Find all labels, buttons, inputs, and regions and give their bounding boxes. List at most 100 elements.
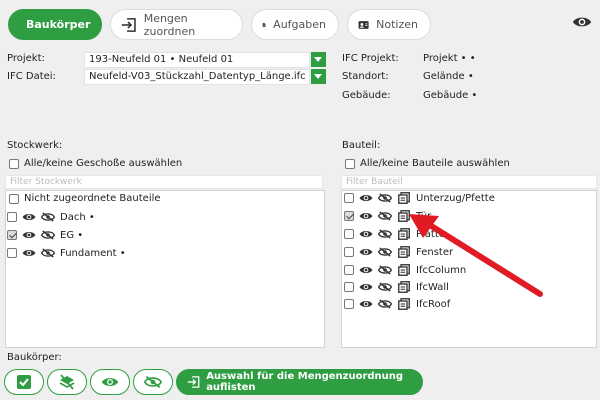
ifc-datei-label: IFC Datei: — [7, 71, 56, 82]
item-label: Tür — [416, 210, 432, 222]
item-checkbox[interactable] — [344, 299, 354, 309]
eye-icon[interactable] — [359, 298, 373, 310]
item-label: Platte — [416, 228, 445, 240]
item-checkbox[interactable] — [7, 230, 17, 240]
hide-all-button[interactable] — [133, 369, 173, 395]
projekt-select[interactable]: 193-Neufeld 01 • Neufeld 01 — [84, 52, 310, 68]
eye-icon[interactable] — [359, 281, 373, 293]
eye-icon[interactable] — [22, 211, 36, 223]
item-label: Fundament • — [60, 247, 126, 259]
layers-off-button[interactable] — [47, 369, 87, 395]
select-all-checkbox[interactable] — [345, 158, 355, 169]
tab-notizen[interactable]: Notizen — [347, 9, 431, 40]
eye-icon[interactable] — [359, 246, 373, 258]
eye-icon[interactable] — [359, 228, 373, 240]
eye-off-icon[interactable] — [41, 229, 55, 241]
document-list-icon[interactable] — [397, 228, 411, 240]
arrow-into-box-icon — [121, 17, 136, 32]
tab-baukoerper[interactable]: Baukörper — [8, 9, 102, 40]
list-item[interactable]: Tür — [344, 210, 431, 222]
eye-icon[interactable] — [22, 229, 36, 241]
item-checkbox[interactable] — [344, 247, 354, 257]
eye-icon[interactable] — [359, 264, 373, 276]
eye-off-icon — [144, 376, 162, 388]
item-label: IfcRoof — [416, 298, 451, 310]
item-checkbox[interactable] — [344, 282, 354, 292]
tab-label: Baukörper — [26, 18, 91, 31]
eye-off-icon[interactable] — [378, 210, 392, 222]
item-label: Fenster — [416, 246, 454, 258]
layers-off-icon — [59, 374, 75, 390]
item-checkbox[interactable] — [344, 193, 354, 203]
list-item[interactable]: Unterzug/Pfette — [344, 192, 495, 204]
projekt-label: Projekt: — [7, 53, 45, 64]
list-item[interactable]: Fenster — [344, 246, 453, 258]
document-list-icon[interactable] — [397, 246, 411, 258]
document-list-icon[interactable] — [397, 210, 411, 222]
document-list-icon[interactable] — [397, 192, 411, 204]
eye-off-icon[interactable] — [41, 247, 55, 259]
item-checkbox[interactable] — [7, 212, 17, 222]
eye-icon[interactable] — [359, 192, 373, 204]
list-selection-button[interactable]: Auswahl für die Mengenzuordnung aufliste… — [176, 369, 423, 395]
ifc-datei-dropdown-icon[interactable] — [311, 69, 326, 84]
stockwerk-filter-input[interactable]: Filter Stockwerk — [5, 175, 323, 189]
document-list-icon[interactable] — [397, 264, 411, 276]
tab-aufgaben[interactable]: Aufgaben — [251, 9, 339, 40]
standort-label: Standort: — [342, 71, 389, 82]
ifc-projekt-value: Projekt • • — [423, 53, 476, 64]
item-checkbox[interactable] — [344, 265, 354, 275]
stockwerk-select-all[interactable]: Alle/keine Geschoße auswählen — [9, 158, 182, 169]
stockwerk-unassigned[interactable]: Nicht zugeordnete Bauteile — [9, 193, 161, 204]
tab-label: Notizen — [376, 18, 418, 31]
item-label: IfcWall — [416, 281, 449, 293]
eye-off-icon[interactable] — [378, 246, 392, 258]
eye-icon[interactable] — [359, 210, 373, 222]
eye-off-icon[interactable] — [378, 264, 392, 276]
standort-value: Gelände • — [423, 71, 474, 82]
list-item[interactable]: Dach • — [7, 211, 95, 223]
item-checkbox[interactable] — [344, 211, 354, 221]
document-list-icon[interactable] — [397, 298, 411, 310]
eye-icon[interactable] — [572, 15, 592, 29]
select-all-checkbox[interactable] — [9, 158, 19, 169]
bauteil-select-all[interactable]: Alle/keine Bauteile auswählen — [345, 158, 510, 169]
tab-label: Mengen zuordnen — [143, 11, 196, 38]
contact-card-icon — [358, 20, 369, 29]
list-item[interactable]: Fundament • — [7, 247, 126, 259]
bauteil-filter-input[interactable]: Filter Bauteil — [341, 175, 597, 189]
check-icon — [17, 375, 31, 389]
tab-mengen-zuordnen[interactable]: Mengen zuordnen — [110, 9, 243, 40]
item-checkbox[interactable] — [7, 248, 17, 258]
item-checkbox[interactable] — [344, 229, 354, 239]
unassigned-checkbox[interactable] — [9, 193, 19, 204]
item-label: Dach • — [60, 211, 95, 223]
list-item[interactable]: Platte — [344, 228, 445, 240]
arrow-into-box-icon — [187, 376, 200, 388]
list-item[interactable]: IfcWall — [344, 281, 449, 293]
baukoerper-label: Baukörper: — [7, 352, 62, 363]
gebaeude-value: Gebäude • — [423, 90, 478, 101]
document-icon — [262, 22, 266, 27]
eye-off-icon[interactable] — [41, 211, 55, 223]
select-all-label: Alle/keine Bauteile auswählen — [360, 158, 510, 169]
eye-icon — [101, 378, 119, 386]
eye-off-icon[interactable] — [378, 228, 392, 240]
document-list-icon[interactable] — [397, 281, 411, 293]
ifc-datei-select[interactable]: Neufeld-V03_Stückzahl_Datentyp_Länge.ifc… — [84, 69, 310, 85]
list-item[interactable]: IfcColumn — [344, 264, 466, 276]
eye-off-icon[interactable] — [378, 192, 392, 204]
ifc-projekt-label: IFC Projekt: — [342, 53, 399, 64]
toolbar: Baukörper Mengen zuordnen Aufgaben Notiz… — [0, 0, 600, 46]
show-all-button[interactable] — [90, 369, 130, 395]
projekt-dropdown-icon[interactable] — [311, 52, 326, 67]
item-label: IfcColumn — [416, 264, 467, 276]
select-all-button[interactable] — [4, 369, 44, 395]
list-item[interactable]: IfcRoof — [344, 298, 450, 310]
eye-off-icon[interactable] — [378, 281, 392, 293]
unassigned-label: Nicht zugeordnete Bauteile — [24, 193, 161, 204]
eye-icon[interactable] — [22, 247, 36, 259]
tab-label: Aufgaben — [273, 18, 326, 31]
eye-off-icon[interactable] — [378, 298, 392, 310]
list-item[interactable]: EG • — [7, 229, 83, 241]
